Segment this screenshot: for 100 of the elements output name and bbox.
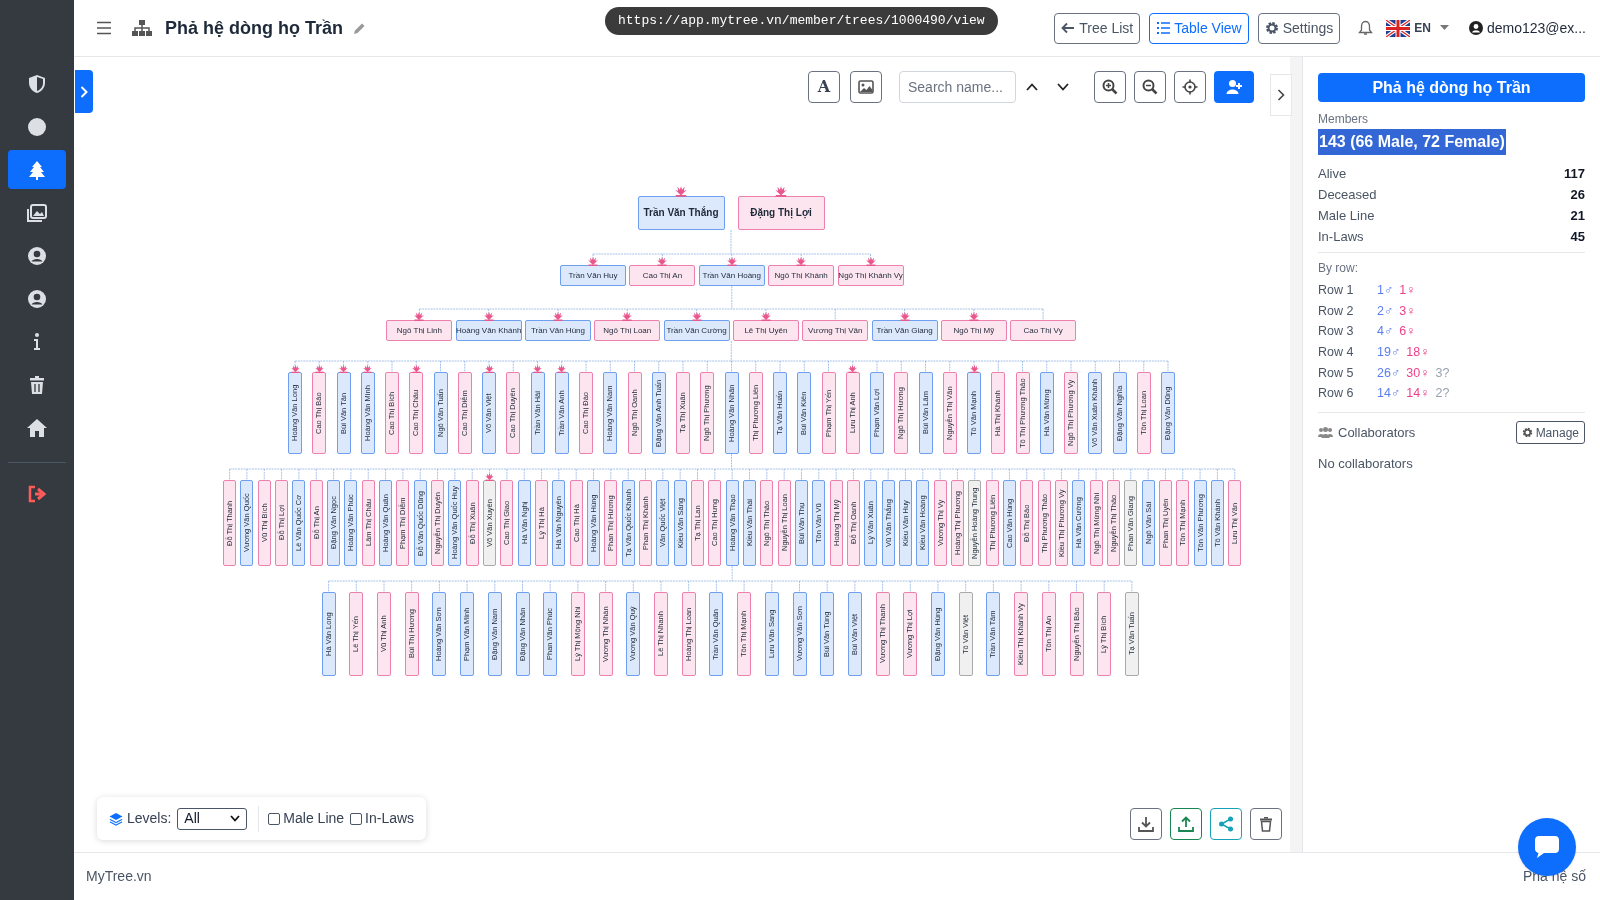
upload-button[interactable] [1170, 808, 1202, 840]
female-count: 3♀ [1399, 302, 1416, 320]
chat-bubble-icon [1534, 835, 1560, 859]
pencil-icon[interactable] [353, 21, 366, 35]
zoom-out-button[interactable] [1134, 71, 1166, 103]
person-card[interactable]: Trần Văn Hùng [525, 320, 591, 341]
person-card[interactable]: Trần Văn Giang [871, 320, 938, 341]
male-line-checkbox[interactable] [268, 812, 281, 825]
tree-list-button[interactable]: Tree List [1054, 12, 1141, 44]
expand-tab[interactable] [75, 70, 93, 113]
stat-value: 26 [1570, 186, 1585, 205]
person-card[interactable]: Lê Thị Uyên [732, 320, 799, 341]
url-bar: https://app.mytree.vn/member/trees/1000490/view [605, 7, 998, 35]
person-card[interactable]: Trần Văn Hoàng [698, 265, 765, 286]
language-selector[interactable]: EN [1414, 19, 1431, 37]
person-card[interactable]: Đặng Thị Lợi [737, 196, 825, 230]
page-title: Phả hệ dòng họ Trần [165, 16, 343, 40]
sidebar-item[interactable] [8, 150, 66, 189]
stat-label: Deceased [1318, 186, 1377, 205]
search-field[interactable]: Search name... [899, 71, 1016, 103]
hierarchy-icon [132, 20, 152, 36]
female-count: 18♀ [1406, 344, 1430, 362]
center-button[interactable] [1174, 71, 1206, 103]
zoom-out-icon [1142, 79, 1158, 95]
stat-label: Alive [1318, 165, 1347, 184]
layers-icon [109, 811, 123, 826]
settings-button[interactable]: Settings [1257, 12, 1341, 44]
gear-icon [1264, 21, 1279, 35]
male-count: 26♂ [1377, 364, 1401, 382]
users-icon [1318, 427, 1333, 439]
checkbox-label[interactable]: Male Line [283, 808, 345, 829]
person-card[interactable]: Ngô Thị Mỹ [940, 320, 1007, 341]
zoom-in-icon [1102, 79, 1118, 95]
checkbox-label[interactable]: In-Laws [365, 808, 415, 829]
female-count: 14♀ [1406, 385, 1430, 403]
user-circle-icon [1468, 21, 1483, 35]
male-count: 1♂ [1377, 281, 1394, 299]
person-card[interactable]: Trần Văn Cường [663, 320, 730, 341]
text-style-button[interactable]: A [808, 71, 840, 103]
trash-icon [1258, 816, 1274, 832]
user-account[interactable]: demo123@ex... [1486, 17, 1586, 39]
unknown-count: 3? [1435, 364, 1450, 382]
footer-brand[interactable]: MyTree.vn [86, 866, 152, 887]
collaborators-empty-text: No collaborators [1318, 455, 1414, 474]
sign-out-icon [27, 483, 47, 504]
crosshair-icon [1182, 79, 1198, 95]
user-circle-icon [27, 245, 47, 266]
row-label: Row 6 [1318, 385, 1355, 403]
zoom-in-button[interactable] [1094, 71, 1126, 103]
list-icon [1156, 21, 1171, 35]
person-card[interactable]: Cao Thị An [629, 265, 696, 286]
download-button[interactable] [1130, 808, 1162, 840]
members-count: 143 (66 Male, 72 Female) [1318, 129, 1506, 155]
user-circle-icon [27, 288, 47, 309]
add-person-button[interactable] [1214, 71, 1254, 103]
male-count: 4♂ [1377, 323, 1394, 341]
image-icon [858, 79, 874, 95]
stat-label: Male Line [1318, 207, 1375, 226]
share-button[interactable] [1210, 808, 1242, 840]
download-icon [1138, 816, 1154, 832]
chevron-right-icon [80, 85, 88, 98]
person-card[interactable]: Vương Thị Vân [802, 320, 869, 341]
caret-down-icon [1439, 25, 1449, 31]
row-label: Row 1 [1318, 281, 1355, 299]
female-count: 1♀ [1399, 281, 1416, 299]
home-icon [27, 417, 47, 438]
person-card[interactable]: Trần Văn Thắng [637, 196, 725, 230]
flag-icon [1386, 19, 1411, 37]
bell-icon[interactable] [1358, 20, 1374, 36]
tree-title-button[interactable]: Phả hệ dòng họ Trần [1318, 73, 1585, 102]
person-card[interactable]: Ngô Thị Khánh Vy [837, 265, 904, 286]
by-row-label: By row: [1318, 260, 1359, 277]
share-icon [1218, 816, 1234, 832]
in-laws-checkbox[interactable] [350, 812, 363, 825]
manage-button[interactable]: Manage [1515, 421, 1585, 445]
levels-dropdown[interactable]: All [177, 807, 248, 830]
person-card[interactable]: Ngô Thị Linh [386, 320, 453, 341]
gear-icon [1521, 427, 1533, 439]
delete-button[interactable] [1250, 808, 1282, 840]
stat-label: In-Laws [1318, 228, 1364, 247]
row-label: Row 2 [1318, 302, 1355, 320]
table-view-button[interactable]: Table View [1149, 12, 1249, 44]
image-button[interactable] [850, 71, 882, 103]
male-count: 19♂ [1377, 344, 1401, 362]
person-card[interactable]: Ngô Thị Khánh [768, 265, 835, 286]
person-card[interactable]: Trần Văn Huy [560, 265, 626, 286]
female-count: 6♀ [1399, 323, 1416, 341]
members-label: Members [1318, 111, 1369, 128]
person-card[interactable]: Ngô Thị Loan [594, 320, 661, 341]
stat-value: 45 [1570, 228, 1585, 247]
male-count: 2♂ [1377, 302, 1394, 320]
male-count: 14♂ [1377, 385, 1401, 403]
trash-icon [27, 374, 47, 395]
collapse-panel-button[interactable] [1270, 74, 1292, 116]
menu-icon[interactable] [96, 21, 112, 35]
female-count: 30♀ [1406, 364, 1430, 382]
person-card[interactable]: Cao Thị Vy [1010, 320, 1077, 341]
shield-icon [27, 73, 47, 94]
stat-value: 117 [1564, 165, 1585, 184]
stat-value: 21 [1570, 207, 1585, 226]
